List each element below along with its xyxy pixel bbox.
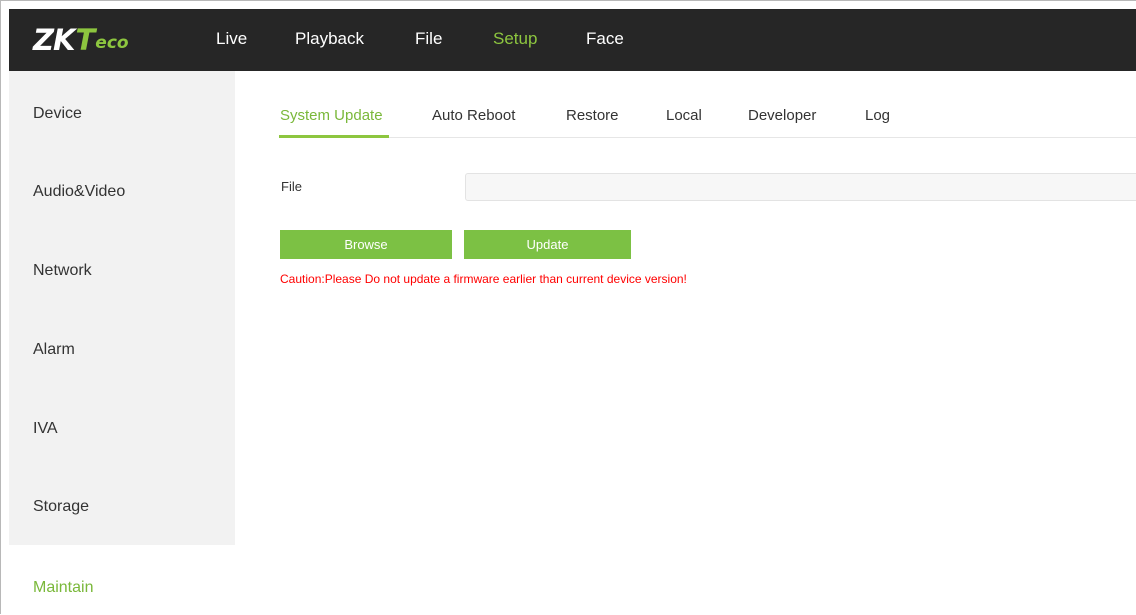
nav-playback[interactable]: Playback [295,29,364,49]
sidebar-item-network[interactable]: Network [9,261,235,281]
sidebar-item-label: Maintain [33,579,94,596]
sidebar-item-alarm[interactable]: Alarm [9,340,235,360]
sidebar-item-label: Network [33,262,92,279]
update-button[interactable]: Update [464,230,631,259]
logo-zk-text: ZK [33,23,75,57]
nav-setup[interactable]: Setup [493,29,537,49]
setup-sidebar: Device Audio&Video Network Alarm IVA Sto… [9,71,235,545]
sidebar-item-audio-video[interactable]: Audio&Video [9,182,235,202]
nav-file[interactable]: File [415,29,442,49]
active-tab-indicator [279,135,389,138]
nav-face[interactable]: Face [586,29,624,49]
tab-log[interactable]: Log [865,107,890,124]
sidebar-item-storage[interactable]: Storage [9,497,235,517]
nav-live[interactable]: Live [216,29,247,49]
maintain-tabs: System Update Auto Reboot Restore Local … [279,97,1136,138]
logo-eco-text: eco [95,33,129,53]
tab-system-update[interactable]: System Update [280,107,383,124]
file-label: File [281,179,302,194]
sidebar-item-device[interactable]: Device [9,104,235,124]
sidebar-item-label: Audio&Video [33,183,126,200]
tab-auto-reboot[interactable]: Auto Reboot [432,107,515,124]
sidebar-item-label: Device [33,105,82,122]
sidebar-item-maintain[interactable]: Maintain [9,545,235,615]
caution-message: Caution:Please Do not update a firmware … [280,272,687,286]
tab-local[interactable]: Local [666,107,702,124]
tab-restore[interactable]: Restore [566,107,619,124]
sidebar-item-label: Alarm [33,341,75,358]
firmware-file-field[interactable] [465,173,1136,201]
top-nav-bar: ZK Teco Live Playback File Setup Face [9,9,1136,71]
sidebar-item-iva[interactable]: IVA [9,419,235,439]
browse-button[interactable]: Browse [280,230,452,259]
sidebar-item-label: IVA [33,420,58,437]
app-frame: ZK Teco Live Playback File Setup Face Dev… [0,0,1136,615]
sidebar-item-label: Storage [33,498,90,515]
logo-t-text: T [75,23,96,57]
zkteco-logo: ZK Teco [33,23,129,57]
tab-developer[interactable]: Developer [748,107,816,124]
